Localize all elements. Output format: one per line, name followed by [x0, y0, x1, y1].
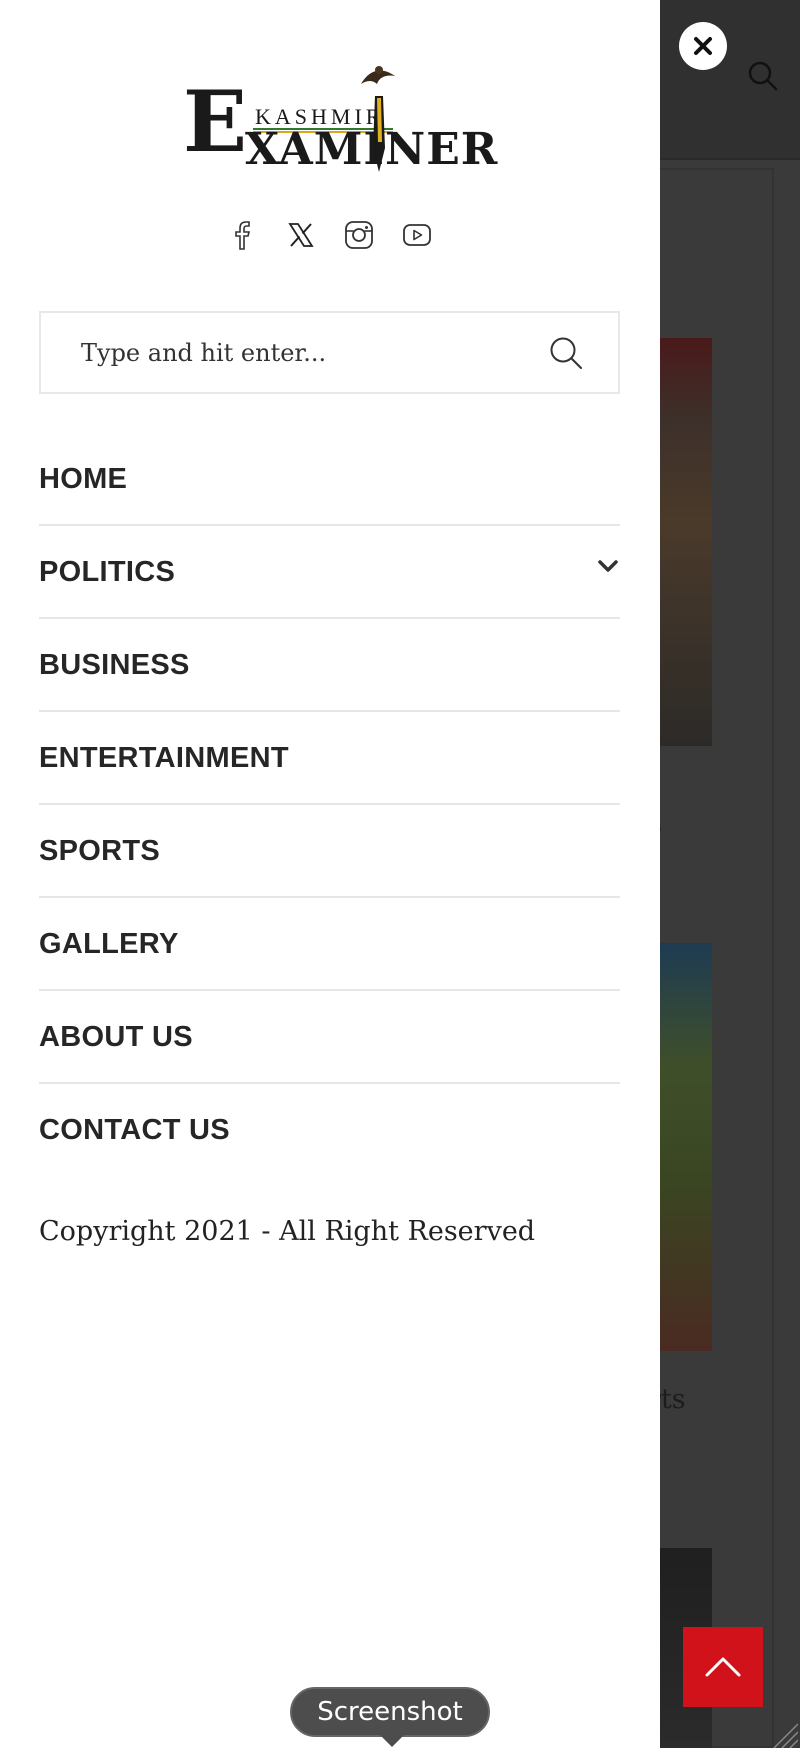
- menu-item-gallery[interactable]: GALLERY: [39, 898, 620, 991]
- social-links: [0, 212, 660, 258]
- search-form: [39, 311, 620, 394]
- header-search-icon[interactable]: [747, 60, 779, 92]
- x-twitter-icon: [288, 223, 314, 247]
- facebook-link[interactable]: [227, 212, 259, 258]
- eagle-pen-icon: [361, 66, 395, 172]
- back-to-top-button[interactable]: [683, 1627, 763, 1707]
- menu-item-label: SPORTS: [39, 835, 161, 867]
- instagram-icon: [345, 221, 373, 249]
- menu-item-contact-us[interactable]: CONTACT US: [39, 1084, 620, 1177]
- instagram-link[interactable]: [343, 212, 375, 258]
- close-menu-button[interactable]: [679, 22, 727, 70]
- resize-grip-icon[interactable]: [772, 1722, 798, 1748]
- x-twitter-link[interactable]: [285, 212, 317, 258]
- search-icon[interactable]: [548, 335, 584, 371]
- main-navigation: HOME POLITICS BUSINESS ENTERTAINMENT SPO…: [39, 433, 620, 1177]
- close-icon: [694, 37, 712, 55]
- site-logo[interactable]: E KASHMIR XAMINER: [183, 62, 497, 174]
- facebook-icon: [235, 221, 251, 250]
- screenshot-tooltip: Screenshot: [290, 1687, 490, 1747]
- background-article-image: [660, 943, 712, 1351]
- menu-item-label: GALLERY: [39, 928, 179, 960]
- menu-item-label: HOME: [39, 463, 128, 495]
- menu-item-label: ABOUT US: [39, 1021, 193, 1053]
- menu-item-label: CONTACT US: [39, 1114, 230, 1146]
- menu-item-about-us[interactable]: ABOUT US: [39, 991, 620, 1084]
- chevron-up-icon: [705, 1657, 741, 1677]
- logo-big-letter: E: [183, 72, 248, 171]
- menu-item-label: POLITICS: [39, 556, 176, 588]
- background-article-image: [660, 338, 712, 746]
- side-menu-drawer: E KASHMIR XAMINER Type and hit enter... …: [0, 0, 660, 1748]
- menu-item-label: ENTERTAINMENT: [39, 742, 289, 774]
- menu-item-home[interactable]: HOME: [39, 433, 620, 526]
- copyright-text: Copyright 2021 - All Right Reserved: [39, 1216, 536, 1247]
- chevron-down-icon[interactable]: [596, 554, 620, 578]
- menu-item-business[interactable]: BUSINESS: [39, 619, 620, 712]
- youtube-link[interactable]: [401, 212, 433, 258]
- menu-item-entertainment[interactable]: ENTERTAINMENT: [39, 712, 620, 805]
- youtube-icon: [403, 224, 431, 246]
- menu-item-politics[interactable]: POLITICS: [39, 526, 620, 619]
- menu-item-label: BUSINESS: [39, 649, 190, 681]
- search-input[interactable]: [81, 331, 521, 375]
- menu-item-sports[interactable]: SPORTS: [39, 805, 620, 898]
